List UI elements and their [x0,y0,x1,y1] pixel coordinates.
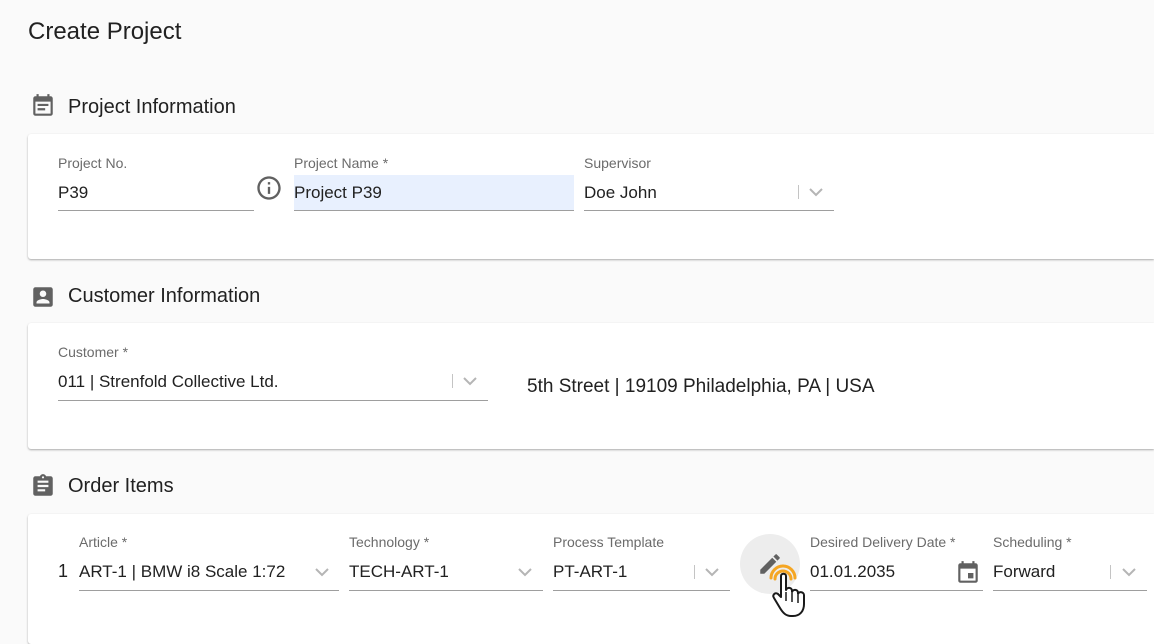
project-no-field[interactable]: P39 [58,183,88,203]
delivery-date-label: Desired Delivery Date * [810,534,956,550]
chevron-down-icon[interactable] [806,182,826,202]
page-title: Create Project [28,18,182,45]
dropdown-separator [452,374,453,388]
info-outline-icon[interactable] [255,174,283,202]
process-template-select[interactable]: PT-ART-1 [553,562,627,582]
scheduling-underline [993,590,1147,591]
chevron-down-icon[interactable] [515,562,535,582]
customer-select[interactable]: 011 | Strenfold Collective Ltd. [58,372,279,392]
article-underline [79,590,339,591]
chevron-down-icon[interactable] [460,371,480,391]
article-select[interactable]: ART-1 | BMW i8 Scale 1:72 [79,562,285,582]
order-row-number: 1 [58,561,69,581]
section-title-order-items: Order Items [68,475,174,497]
project-no-label: Project No. [58,155,128,171]
dropdown-separator [1110,565,1111,579]
customer-label: Customer * [58,344,129,360]
supervisor-label: Supervisor [584,155,651,171]
hand-pointer-icon [764,562,824,622]
delivery-date-underline [810,590,983,591]
project-name-label: Project Name * [294,155,389,171]
assignment-icon [30,473,56,499]
event-note-icon [30,93,56,119]
account-box-icon [30,284,56,310]
process-template-label: Process Template [553,534,665,550]
customer-underline [58,400,488,401]
project-name-underline [294,210,574,211]
chevron-down-icon[interactable] [702,562,722,582]
chevron-down-icon[interactable] [312,562,332,582]
customer-address: 5th Street | 19109 Philadelphia, PA | US… [527,376,875,397]
technology-underline [349,590,543,591]
article-label: Article * [79,534,128,550]
scheduling-select[interactable]: Forward [993,562,1055,582]
supervisor-underline [584,210,834,211]
process-template-underline [553,590,730,591]
section-title-customer-information: Customer Information [68,285,261,307]
technology-label: Technology * [349,534,430,550]
calendar-icon[interactable] [955,560,981,586]
project-name-value: Project P39 [294,183,382,202]
technology-select[interactable]: TECH-ART-1 [349,562,449,582]
chevron-down-icon[interactable] [1119,562,1139,582]
dropdown-separator [694,565,695,579]
supervisor-select[interactable]: Doe John [584,183,657,203]
project-no-underline [58,210,254,211]
section-title-project-information: Project Information [68,96,236,118]
scheduling-label: Scheduling * [993,534,1072,550]
dropdown-separator [798,185,799,199]
